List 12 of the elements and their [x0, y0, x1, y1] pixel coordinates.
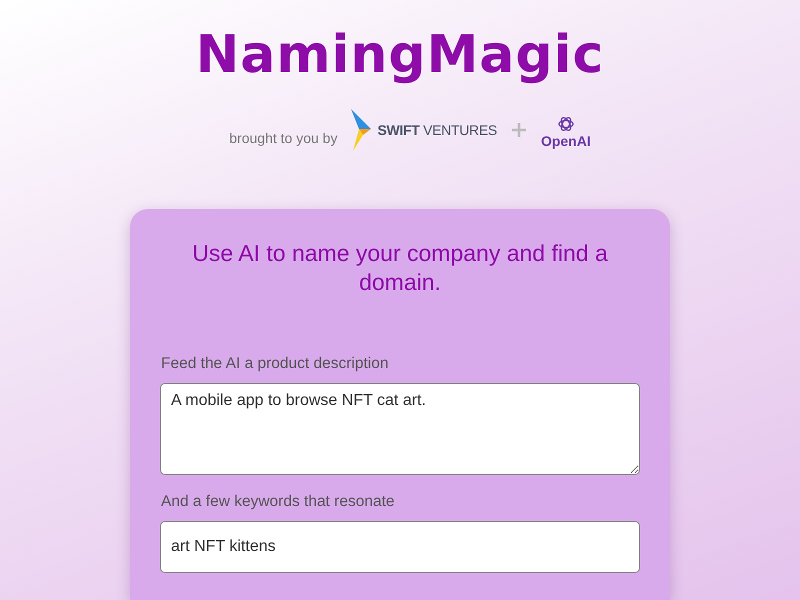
description-field[interactable]: A mobile app to browse NFT cat art. — [160, 383, 640, 475]
app-title: NamingMagic — [196, 24, 604, 87]
field-label: And a few keywords that resonate — [161, 493, 396, 511]
partner-logo-text: SWIFT VENTURES — [377, 122, 497, 138]
byline-text: brought to you by — [229, 130, 338, 146]
card-heading: Use AI to name your company and find a domain. — [191, 239, 609, 297]
keywords-field[interactable]: art NFT kittens — [160, 521, 640, 573]
partner-logo-text: OpenAI — [540, 133, 591, 149]
field-label: Feed the AI a product description — [161, 355, 390, 373]
arrow-logo-icon — [351, 109, 374, 151]
plus-icon — [510, 122, 527, 138]
knot-logo-icon — [556, 115, 575, 133]
